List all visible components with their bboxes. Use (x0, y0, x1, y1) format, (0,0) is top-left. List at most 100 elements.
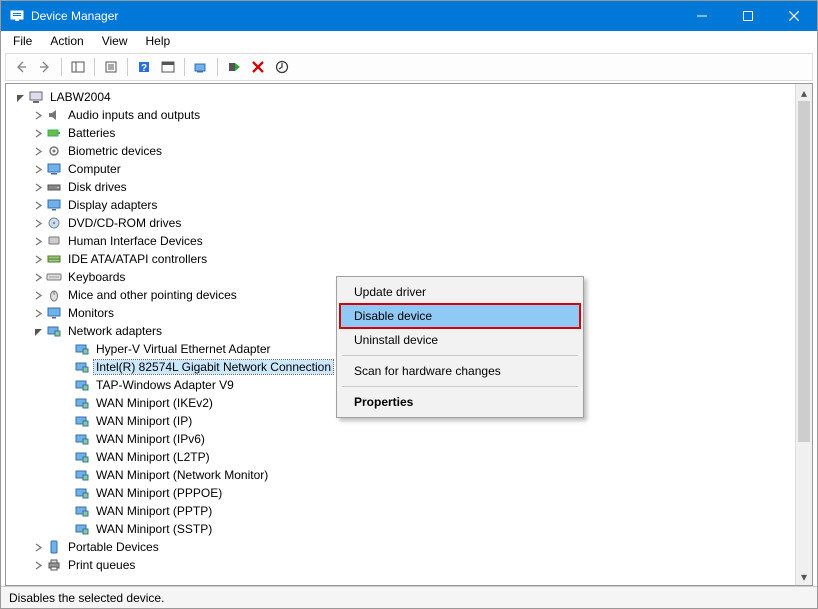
scroll-track[interactable] (796, 101, 812, 568)
tree-item-label: Computer (66, 162, 123, 176)
show-hide-tree-button[interactable] (67, 56, 89, 78)
tree-item-label: Print queues (66, 558, 137, 572)
mouse-icon (46, 287, 62, 303)
nic-icon (74, 449, 90, 465)
tree-item-label: Keyboards (66, 270, 127, 284)
nic-icon (74, 395, 90, 411)
context-menu-item[interactable]: Disable device (340, 304, 580, 328)
context-menu-item[interactable]: Properties (340, 390, 580, 414)
chevron-right-icon[interactable] (30, 287, 46, 303)
tree-category[interactable]: Biometric devices (6, 142, 795, 160)
battery-icon (46, 125, 62, 141)
tree-item-label: WAN Miniport (L2TP) (94, 450, 212, 464)
chevron-right-icon[interactable] (30, 251, 46, 267)
disable-device-icon[interactable] (247, 56, 269, 78)
chevron-right-icon[interactable] (30, 107, 46, 123)
status-text: Disables the selected device. (9, 591, 164, 605)
app-icon (9, 8, 25, 24)
scroll-up-button[interactable]: ▴ (796, 84, 812, 101)
titlebar: Device Manager (1, 1, 817, 31)
menu-view[interactable]: View (94, 32, 136, 50)
dvd-icon (46, 215, 62, 231)
tree-item-label: WAN Miniport (PPPOE) (94, 486, 224, 500)
tree-category[interactable]: DVD/CD-ROM drives (6, 214, 795, 232)
chevron-right-icon[interactable] (30, 233, 46, 249)
nic-icon (74, 413, 90, 429)
hid-icon (46, 233, 62, 249)
chevron-down-icon[interactable] (30, 323, 46, 339)
scroll-down-button[interactable]: ▾ (796, 568, 812, 585)
help-icon[interactable]: ? (133, 56, 155, 78)
back-button[interactable] (10, 56, 32, 78)
tree-item-label: Batteries (66, 126, 117, 140)
ide-icon (46, 251, 62, 267)
tree-item-network-adapter[interactable]: WAN Miniport (IPv6) (6, 430, 795, 448)
update-driver-icon[interactable] (271, 56, 293, 78)
tree-category[interactable]: Computer (6, 160, 795, 178)
tree-root[interactable]: LABW2004 (6, 88, 795, 106)
nic-icon (74, 467, 90, 483)
tree-category[interactable]: Audio inputs and outputs (6, 106, 795, 124)
forward-button[interactable] (34, 56, 56, 78)
tree-category[interactable]: Portable Devices (6, 538, 795, 556)
scroll-thumb[interactable] (798, 101, 810, 442)
context-menu-item[interactable]: Uninstall device (340, 328, 580, 352)
tree-item-network-adapter[interactable]: WAN Miniport (PPTP) (6, 502, 795, 520)
computer-icon (46, 161, 62, 177)
tree-item-network-adapter[interactable]: WAN Miniport (SSTP) (6, 520, 795, 538)
nic-icon (74, 341, 90, 357)
close-button[interactable] (771, 1, 817, 31)
tree-item-label: Biometric devices (66, 144, 164, 158)
chevron-right-icon[interactable] (30, 269, 46, 285)
tree-item-label: Intel(R) 82574L Gigabit Network Connecti… (94, 360, 333, 374)
maximize-button[interactable] (725, 1, 771, 31)
display-icon (46, 197, 62, 213)
tree-category[interactable]: Display adapters (6, 196, 795, 214)
network-icon (46, 323, 62, 339)
properties-icon[interactable] (100, 56, 122, 78)
chevron-right-icon[interactable] (30, 125, 46, 141)
tree-category[interactable]: Print queues (6, 556, 795, 574)
scan-hardware-icon[interactable] (190, 56, 212, 78)
tree-category[interactable]: Human Interface Devices (6, 232, 795, 250)
tree-item-label: DVD/CD-ROM drives (66, 216, 183, 230)
tree-item-label: WAN Miniport (IPv6) (94, 432, 207, 446)
enable-device-icon[interactable] (223, 56, 245, 78)
minimize-button[interactable] (679, 1, 725, 31)
audio-icon (46, 107, 62, 123)
chevron-right-icon[interactable] (30, 557, 46, 573)
chevron-right-icon[interactable] (30, 161, 46, 177)
tree-item-network-adapter[interactable]: WAN Miniport (PPPOE) (6, 484, 795, 502)
chevron-down-icon[interactable] (12, 89, 28, 105)
action-icon[interactable] (157, 56, 179, 78)
computer-root-icon (28, 89, 44, 105)
chevron-right-icon[interactable] (30, 179, 46, 195)
nic-icon (74, 431, 90, 447)
portable-icon (46, 539, 62, 555)
tree-category[interactable]: IDE ATA/ATAPI controllers (6, 250, 795, 268)
context-menu-separator (342, 386, 578, 387)
menubar: File Action View Help (1, 31, 817, 51)
chevron-right-icon[interactable] (30, 539, 46, 555)
menu-file[interactable]: File (5, 32, 40, 50)
chevron-right-icon[interactable] (30, 305, 46, 321)
chevron-right-icon[interactable] (30, 197, 46, 213)
menu-help[interactable]: Help (138, 32, 179, 50)
tree-item-network-adapter[interactable]: WAN Miniport (Network Monitor) (6, 466, 795, 484)
vertical-scrollbar[interactable]: ▴ ▾ (795, 84, 812, 585)
tree-item-label: WAN Miniport (Network Monitor) (94, 468, 270, 482)
nic-icon (74, 521, 90, 537)
tree-category[interactable]: Batteries (6, 124, 795, 142)
chevron-right-icon[interactable] (30, 215, 46, 231)
nic-icon (74, 359, 90, 375)
tree-item-network-adapter[interactable]: WAN Miniport (L2TP) (6, 448, 795, 466)
tree-category[interactable]: Disk drives (6, 178, 795, 196)
context-menu: Update driverDisable deviceUninstall dev… (336, 276, 584, 418)
context-menu-item[interactable]: Update driver (340, 280, 580, 304)
chevron-right-icon[interactable] (30, 143, 46, 159)
tree-item-label: Network adapters (66, 324, 164, 338)
biometric-icon (46, 143, 62, 159)
statusbar: Disables the selected device. (1, 586, 817, 608)
menu-action[interactable]: Action (42, 32, 91, 50)
context-menu-item[interactable]: Scan for hardware changes (340, 359, 580, 383)
